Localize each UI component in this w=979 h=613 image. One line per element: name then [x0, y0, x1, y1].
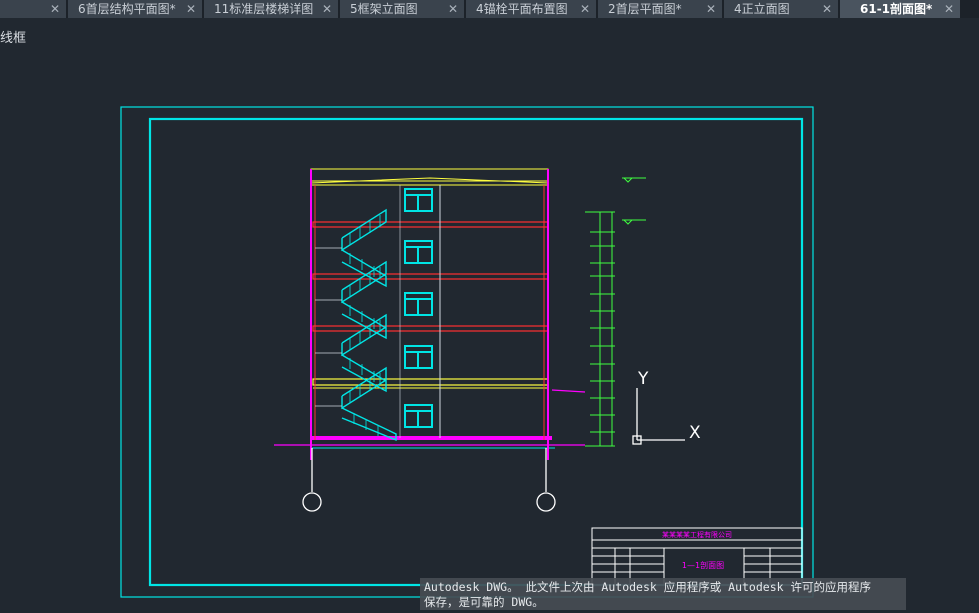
- tooltip-line-1: Autodesk DWG。 此文件上次由 Autodesk 应用程序或 Auto…: [424, 580, 871, 594]
- ucs-y-label: Y: [637, 369, 649, 389]
- tab-frame-elevation[interactable]: 5框架立面图 ✕: [340, 0, 464, 18]
- close-icon[interactable]: ✕: [822, 0, 832, 18]
- staircase: [315, 208, 397, 442]
- close-icon[interactable]: ✕: [706, 0, 716, 18]
- floor-slabs: [274, 221, 585, 449]
- tab-label: 5框架立面图: [350, 2, 418, 16]
- close-icon[interactable]: ✕: [580, 0, 590, 18]
- drawing-inner-frame: [148, 117, 804, 587]
- close-icon[interactable]: ✕: [448, 0, 458, 18]
- title-block-company: 某某某某工程有限公司: [662, 530, 732, 539]
- file-status-tooltip: Autodesk DWG。 此文件上次由 Autodesk 应用程序或 Auto…: [420, 578, 906, 610]
- tab-label: 11标准层楼梯详图: [214, 2, 314, 16]
- tab-standard-floor-stair-detail[interactable]: 11标准层楼梯详图 ✕: [204, 0, 338, 18]
- tab-front-elevation[interactable]: 4正立面图 ✕: [724, 0, 838, 18]
- tab-label: 2首层平面图*: [608, 2, 682, 16]
- tab-label: 4锚栓平面布置图: [476, 2, 568, 16]
- roof-parapet: [310, 168, 549, 186]
- ucs-icon: [632, 388, 685, 445]
- tab-label: 4正立面图: [734, 2, 790, 16]
- tab-label: 6首层结构平面图*: [78, 2, 176, 16]
- ucs-x-label: X: [689, 423, 701, 443]
- close-icon[interactable]: ✕: [50, 0, 60, 18]
- title-block-drawing-name: 1—1剖面图: [682, 560, 724, 570]
- drawing-canvas[interactable]: 某某某某工程有限公司 1—1剖面图 Y X: [0, 18, 979, 613]
- tab-section-1-1[interactable]: 61-1剖面图* ✕: [840, 0, 960, 18]
- tab-first-floor-structure-plan[interactable]: 6首层结构平面图* ✕: [68, 0, 202, 18]
- close-icon[interactable]: ✕: [186, 0, 196, 18]
- walls: [310, 169, 586, 460]
- axis-bubbles: [302, 448, 556, 512]
- tab-label: 61-1剖面图*: [860, 2, 933, 16]
- close-icon[interactable]: ✕: [322, 0, 332, 18]
- tooltip-line-2: 保存，是可靠的 DWG。: [424, 595, 544, 609]
- tab-overflow-left[interactable]: ✕: [0, 0, 66, 18]
- document-tab-bar: ✕ 6首层结构平面图* ✕ 11标准层楼梯详图 ✕ 5框架立面图 ✕ 4锚栓平面…: [0, 0, 979, 18]
- tab-first-floor-plan[interactable]: 2首层平面图* ✕: [598, 0, 722, 18]
- close-icon[interactable]: ✕: [944, 0, 954, 18]
- tab-anchor-bolt-layout[interactable]: 4锚栓平面布置图 ✕: [466, 0, 596, 18]
- windows: [404, 188, 433, 428]
